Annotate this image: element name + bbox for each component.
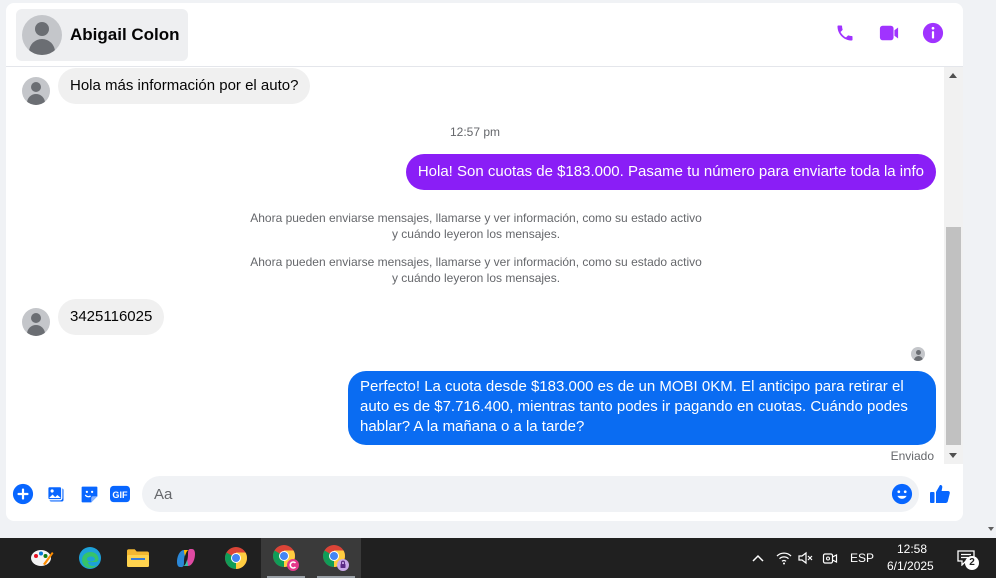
gif-label: GIF bbox=[112, 490, 128, 500]
page-scroll-down-arrow[interactable] bbox=[988, 527, 994, 531]
notification-count-badge: 2 bbox=[965, 556, 979, 570]
contact-name: Abigail Colon bbox=[70, 25, 180, 44]
taskbar-app-edge[interactable] bbox=[65, 538, 115, 578]
paint-icon bbox=[31, 550, 54, 566]
message-composer: GIF bbox=[6, 469, 963, 521]
camera-icon bbox=[822, 553, 838, 564]
chrome-profile-icon bbox=[273, 545, 299, 571]
contact-avatar bbox=[22, 15, 62, 55]
sender-avatar bbox=[22, 77, 50, 105]
emoji-button[interactable] bbox=[891, 483, 913, 505]
taskbar-app-copilot[interactable] bbox=[161, 538, 211, 578]
info-icon bbox=[922, 22, 944, 44]
message-bubble-incoming[interactable]: 3425116025 bbox=[58, 299, 165, 335]
sticker-icon bbox=[81, 486, 97, 502]
folder-icon bbox=[127, 549, 149, 567]
plus-icon bbox=[12, 483, 34, 505]
message-timestamp: 12:57 pm bbox=[449, 125, 501, 139]
gif-button[interactable]: GIF bbox=[109, 483, 131, 505]
camera-status-button[interactable] bbox=[820, 548, 840, 568]
edge-icon bbox=[79, 547, 101, 569]
message-line: hablar? A la mañana o a la tarde? bbox=[360, 418, 585, 435]
clock-date[interactable]: 6/1/2025 bbox=[887, 559, 934, 573]
message-bubble-outgoing[interactable]: Hola! Son cuotas de $183.000. Pasame tu … bbox=[405, 154, 936, 190]
wifi-icon bbox=[776, 552, 792, 565]
video-call-button[interactable] bbox=[877, 21, 901, 45]
taskbar-app-chrome-profile-c[interactable] bbox=[261, 538, 311, 578]
attach-photo-button[interactable] bbox=[45, 483, 67, 505]
taskbar-app-paint[interactable] bbox=[17, 538, 67, 578]
video-icon bbox=[879, 25, 899, 41]
show-hidden-icons-button[interactable] bbox=[748, 548, 768, 568]
notification-center-button[interactable]: 2 bbox=[953, 548, 979, 570]
sender-avatar bbox=[22, 308, 50, 336]
emoji-icon bbox=[891, 483, 913, 505]
message-line: Perfecto! La cuota desde $183.000 es de … bbox=[360, 378, 904, 395]
scroll-thumb[interactable] bbox=[946, 227, 961, 445]
taskbar-app-chrome-profile-locked[interactable] bbox=[311, 538, 361, 578]
phone-icon bbox=[837, 25, 853, 41]
sticker-button[interactable] bbox=[78, 483, 100, 505]
delivery-status: Enviado bbox=[890, 449, 934, 463]
more-actions-button[interactable] bbox=[12, 483, 34, 505]
page-scrollbar[interactable] bbox=[986, 0, 996, 540]
info-button[interactable] bbox=[921, 21, 945, 45]
system-notice: Ahora pueden enviarse mensajes, llamarse… bbox=[250, 255, 702, 285]
chrome-locked-profile-icon bbox=[323, 545, 349, 571]
input-language[interactable]: ESP bbox=[850, 551, 874, 565]
like-button[interactable] bbox=[928, 482, 952, 506]
taskbar-app-file-explorer[interactable] bbox=[113, 538, 163, 578]
contact-profile-button[interactable]: Abigail Colon bbox=[16, 9, 188, 61]
photo-icon bbox=[46, 485, 63, 501]
volume-button[interactable] bbox=[796, 548, 816, 568]
message-bubble-incoming[interactable]: Hola más información por el auto? bbox=[58, 68, 311, 104]
network-button[interactable] bbox=[774, 548, 794, 568]
volume-muted-icon bbox=[798, 551, 813, 565]
message-bubble-outgoing[interactable]: Perfecto! La cuota desde $183.000 es de … bbox=[348, 371, 936, 445]
taskbar-app-chrome[interactable] bbox=[211, 538, 261, 578]
windows-taskbar: ESP 12:58 6/1/2025 2 bbox=[0, 538, 996, 578]
thumbs-up-icon bbox=[930, 484, 950, 503]
system-notice: Ahora pueden enviarse mensajes, llamarse… bbox=[250, 211, 702, 241]
header-actions bbox=[833, 21, 945, 45]
clock-time[interactable]: 12:58 bbox=[897, 542, 927, 556]
scroll-down-arrow[interactable] bbox=[949, 453, 957, 458]
copilot-icon bbox=[177, 548, 195, 568]
message-scrollbar[interactable] bbox=[944, 67, 963, 464]
call-button[interactable] bbox=[833, 21, 857, 45]
chat-header: Abigail Colon bbox=[6, 3, 963, 67]
message-list[interactable]: Hola más información por el auto? 12:57 … bbox=[6, 67, 944, 465]
chrome-icon bbox=[225, 547, 247, 569]
seen-indicator-avatar bbox=[911, 347, 925, 361]
message-line: auto es de $7.716.400, mientras tanto po… bbox=[360, 398, 908, 415]
chat-window: Abigail Colon Hola más información por e… bbox=[6, 3, 963, 521]
message-input[interactable] bbox=[154, 476, 874, 512]
gif-icon: GIF bbox=[110, 485, 130, 503]
message-input-container[interactable] bbox=[142, 476, 919, 512]
scroll-up-arrow[interactable] bbox=[949, 73, 957, 78]
chevron-up-icon bbox=[752, 554, 764, 562]
